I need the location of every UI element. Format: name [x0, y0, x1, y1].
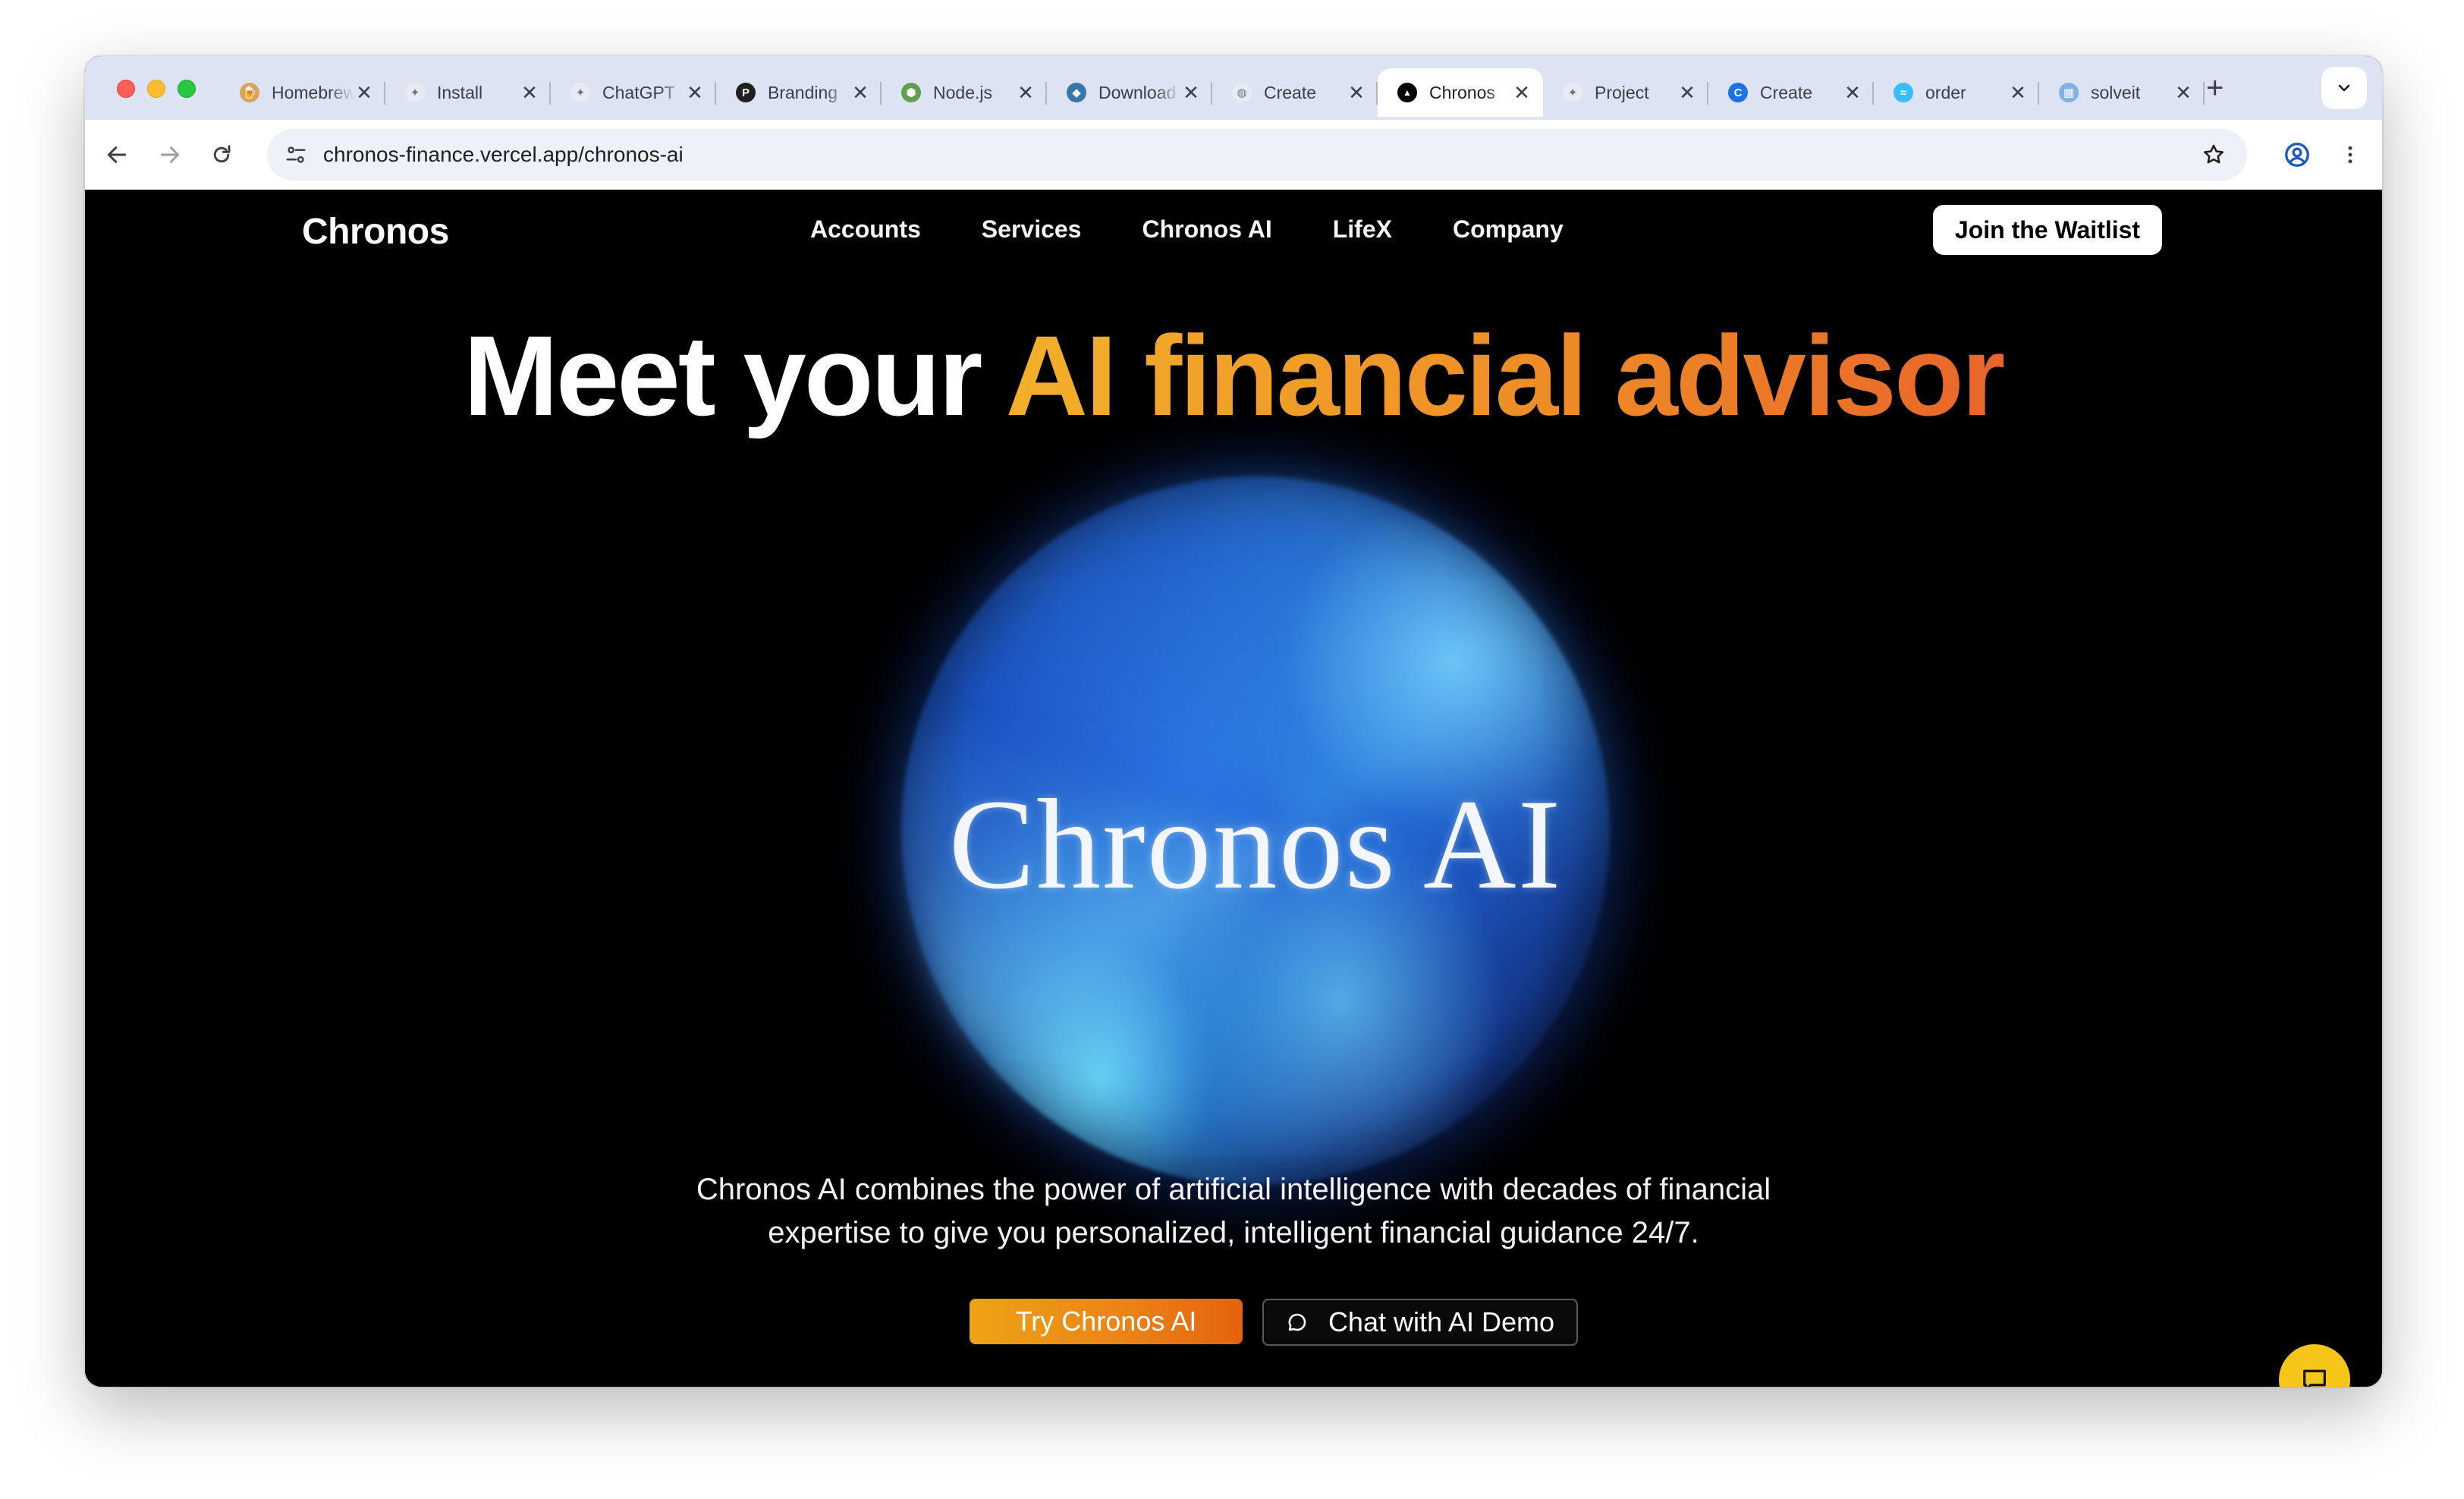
browser-tab-title: Chronos — [1429, 82, 1495, 102]
c-logo-icon: C — [1728, 83, 1748, 102]
browser-tab[interactable]: ✦ Install ✕ — [385, 68, 551, 117]
chat-with-ai-demo-button[interactable]: Chat with AI Demo — [1262, 1299, 1578, 1346]
more-vert-icon — [2348, 146, 2352, 164]
tab-close-icon[interactable]: ✕ — [1346, 81, 1367, 105]
browser-tab-title: Create — [1760, 82, 1813, 102]
openai-icon: ✦ — [570, 83, 590, 102]
tab-close-icon[interactable]: ✕ — [1511, 81, 1532, 105]
browser-tab-title: Project — [1595, 82, 1649, 102]
p-logo-icon: P — [736, 83, 756, 102]
nodejs-icon: ⬢ — [901, 83, 921, 102]
browser-tab[interactable]: C Create ✕ — [1708, 68, 1874, 117]
hero-description: Chronos AI combines the power of artific… — [85, 1168, 2382, 1255]
hero-title-highlight: AI financial advisor — [1005, 312, 2006, 439]
back-button[interactable] — [100, 138, 134, 171]
reload-icon — [213, 145, 231, 163]
tab-close-icon[interactable]: ✕ — [2173, 81, 2194, 105]
url-text[interactable]: chronos-finance.vercel.app/chronos-ai — [323, 143, 684, 167]
tab-close-icon[interactable]: ✕ — [1180, 81, 1202, 105]
browser-tab-title: solveit — [2091, 82, 2141, 102]
tab-close-icon[interactable]: ✕ — [1842, 81, 1863, 105]
chat-bubble-icon — [1288, 1313, 1306, 1331]
arrow-left-icon — [107, 146, 127, 163]
site-logo[interactable]: Chronos — [302, 211, 449, 253]
browser-tab[interactable]: ⬢ Node.js ✕ — [882, 68, 1047, 117]
site-info-icon[interactable] — [281, 140, 311, 170]
browser-tab[interactable]: ✦ Project ✕ — [1543, 68, 1708, 117]
browser-tab[interactable]: ≈ order ✕ — [1874, 68, 2039, 117]
browser-tab[interactable]: 🍺 Homebrew ✕ — [220, 68, 385, 117]
browser-toolbar: chronos-finance.vercel.app/chronos-ai — [85, 120, 2382, 190]
openai-icon: ✦ — [405, 83, 425, 102]
nav-chronos-ai[interactable]: Chronos AI — [1142, 215, 1271, 244]
browser-tab[interactable]: ▦ solveit ✕ — [2039, 68, 2205, 117]
orb-label: Chronos AI — [948, 773, 1563, 916]
app-icon: ▦ — [2059, 83, 2079, 102]
reload-button[interactable] — [205, 138, 238, 171]
browser-menu-button[interactable] — [2334, 138, 2367, 171]
chat-with-ai-demo-label: Chat with AI Demo — [1328, 1306, 1555, 1337]
browser-tab-title: Create — [1264, 82, 1317, 102]
main-nav: Accounts Services Chronos AI LifeX Compa… — [810, 215, 1624, 244]
close-window-button[interactable] — [117, 80, 135, 98]
browser-tab-title: order — [1925, 82, 1966, 102]
account-circle-icon — [2285, 143, 2309, 167]
tab-close-icon[interactable]: ✕ — [1015, 81, 1036, 105]
message-square-icon — [2303, 1369, 2326, 1387]
tab-close-icon[interactable]: ✕ — [850, 81, 871, 105]
nav-accounts[interactable]: Accounts — [810, 215, 921, 244]
tab-list: 🍺 Homebrew ✕ ✦ Install ✕ ✦ ChatGPT ✕ P Branding ✕ ⬢ N… — [220, 64, 2205, 120]
minimize-window-button[interactable] — [147, 80, 165, 98]
address-bar[interactable]: chronos-finance.vercel.app/chronos-ai — [267, 129, 2247, 181]
new-tab-button[interactable]: + — [2206, 71, 2224, 105]
try-chronos-ai-button[interactable]: Try Chronos AI — [970, 1299, 1243, 1344]
browser-tab-title: Download — [1098, 82, 1177, 102]
page-content: Chronos Accounts Services Chronos AI Lif… — [85, 190, 2382, 1387]
bookmark-star-icon[interactable] — [2198, 140, 2229, 170]
tab-close-icon[interactable]: ✕ — [519, 81, 540, 105]
browser-tab[interactable]: ◆ Download ✕ — [1047, 68, 1212, 117]
chat-widget-button[interactable] — [2279, 1344, 2350, 1387]
zoom-window-button[interactable] — [178, 80, 196, 98]
browser-tab-title: Homebrew — [272, 82, 354, 102]
tailwind-icon: ≈ — [1894, 83, 1913, 102]
forward-button[interactable] — [153, 138, 187, 171]
hero-description-line-1: Chronos AI combines the power of artific… — [696, 1173, 1771, 1206]
nav-services[interactable]: Services — [982, 215, 1082, 244]
browser-tab[interactable]: P Branding ✕ — [716, 68, 882, 117]
hero-description-line-2: expertise to give you personalized, inte… — [768, 1216, 1699, 1249]
join-waitlist-button[interactable]: Join the Waitlist — [1933, 205, 2162, 255]
tab-close-icon[interactable]: ✕ — [354, 81, 375, 105]
homebrew-icon: 🍺 — [240, 83, 259, 102]
browser-tab[interactable]: ◍ Create ✕ — [1212, 68, 1378, 117]
tab-strip: 🍺 Homebrew ✕ ✦ Install ✕ ✦ ChatGPT ✕ P Branding ✕ ⬢ N… — [85, 56, 2382, 120]
tab-close-icon[interactable]: ✕ — [684, 81, 706, 105]
arrow-right-icon — [160, 146, 180, 163]
browser-tab-title: Node.js — [933, 82, 992, 102]
tab-close-icon[interactable]: ✕ — [1677, 81, 1698, 105]
hero-title: Meet your AI financial advisor — [85, 319, 2382, 432]
profile-button[interactable] — [2280, 138, 2314, 171]
browser-window: 🍺 Homebrew ✕ ✦ Install ✕ ✦ ChatGPT ✕ P Branding ✕ ⬢ N… — [85, 56, 2382, 1387]
browser-tab-title: Branding — [768, 82, 838, 102]
browser-tab[interactable]: ▲ Chronos ✕ — [1378, 68, 1543, 117]
browser-tab-title: ChatGPT — [602, 82, 675, 102]
browser-tab[interactable]: ✦ ChatGPT ✕ — [551, 68, 716, 117]
openai-icon: ✦ — [1563, 83, 1582, 102]
nav-lifex[interactable]: LifeX — [1333, 215, 1392, 244]
vercel-icon: ▲ — [1397, 83, 1417, 102]
globe-icon: ◍ — [1232, 83, 1252, 102]
chevron-down-icon — [2338, 84, 2350, 92]
python-icon: ◆ — [1067, 83, 1086, 102]
tab-search-button[interactable] — [2321, 67, 2367, 109]
tab-close-icon[interactable]: ✕ — [2007, 81, 2029, 105]
hero-title-plain: Meet your — [463, 312, 1006, 439]
browser-tab-title: Install — [437, 82, 483, 102]
nav-company[interactable]: Company — [1453, 215, 1564, 244]
